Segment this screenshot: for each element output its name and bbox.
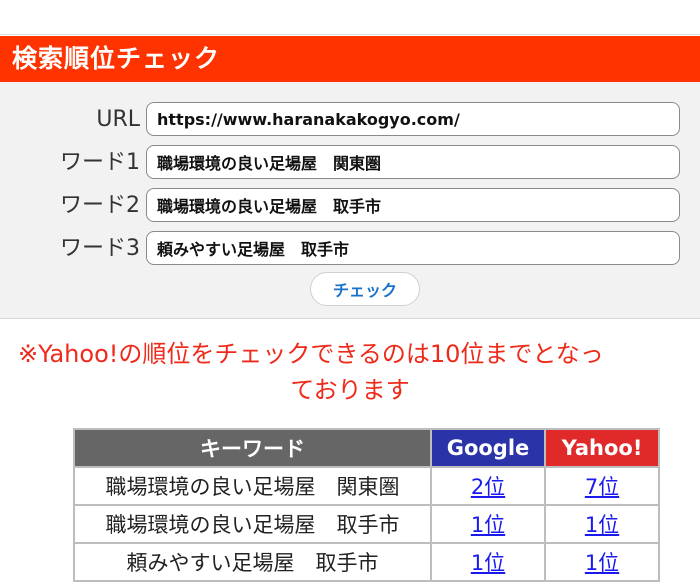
keyword-column-header: キーワード	[73, 428, 432, 468]
url-input[interactable]	[146, 102, 680, 136]
table-row: 職場環境の良い足場屋 関東圏 2位 7位	[73, 466, 660, 506]
search-form: URL ワード1 ワード2 ワード3 チェック	[0, 82, 700, 319]
keyword-cell: 職場環境の良い足場屋 関東圏	[73, 466, 432, 506]
word2-label: ワード2	[60, 193, 140, 218]
ranking-table: キーワード Google Yahoo! 職場環境の良い足場屋 関東圏 2位 7位…	[73, 428, 660, 582]
table-row: 頼みやすい足場屋 取手市 1位 1位	[73, 542, 660, 582]
check-button[interactable]: チェック	[310, 272, 420, 306]
word2-input[interactable]	[146, 188, 680, 222]
yahoo-rank-link[interactable]: 7位	[585, 475, 619, 499]
yahoo-rank-cell: 1位	[544, 542, 660, 582]
google-rank-cell: 2位	[430, 466, 546, 506]
page: 検索順位チェック URL ワード1 ワード2 ワード3 チェック ※Yahoo!…	[0, 0, 700, 585]
google-column-header: Google	[430, 428, 546, 468]
yahoo-rank-cell: 7位	[544, 466, 660, 506]
table-header-row: キーワード Google Yahoo!	[73, 428, 660, 468]
yahoo-limit-notice: ※Yahoo!の順位をチェックできるのは10位までとなっ ております	[0, 336, 700, 408]
word1-label: ワード1	[60, 150, 140, 175]
notice-line-1: ※Yahoo!の順位をチェックできるのは10位までとなっ	[18, 340, 604, 368]
table-row: 職場環境の良い足場屋 取手市 1位 1位	[73, 504, 660, 544]
word2-row: ワード2	[0, 188, 700, 224]
url-label: URL	[96, 107, 140, 132]
keyword-cell: 頼みやすい足場屋 取手市	[73, 542, 432, 582]
yahoo-rank-link[interactable]: 1位	[585, 513, 619, 537]
google-rank-link[interactable]: 1位	[471, 513, 505, 537]
word1-input[interactable]	[146, 145, 680, 179]
yahoo-rank-link[interactable]: 1位	[585, 551, 619, 575]
google-rank-link[interactable]: 2位	[471, 475, 505, 499]
yahoo-rank-cell: 1位	[544, 504, 660, 544]
word3-input[interactable]	[146, 231, 680, 265]
yahoo-column-header: Yahoo!	[544, 428, 660, 468]
word3-row: ワード3	[0, 231, 700, 267]
google-rank-cell: 1位	[430, 504, 546, 544]
google-rank-cell: 1位	[430, 542, 546, 582]
url-row: URL	[0, 102, 700, 138]
top-bar	[0, 0, 700, 35]
keyword-cell: 職場環境の良い足場屋 取手市	[73, 504, 432, 544]
word1-row: ワード1	[0, 145, 700, 181]
notice-line-2: ております	[290, 376, 410, 404]
google-rank-link[interactable]: 1位	[471, 551, 505, 575]
word3-label: ワード3	[60, 236, 140, 261]
panel-title: 検索順位チェック	[0, 36, 700, 82]
